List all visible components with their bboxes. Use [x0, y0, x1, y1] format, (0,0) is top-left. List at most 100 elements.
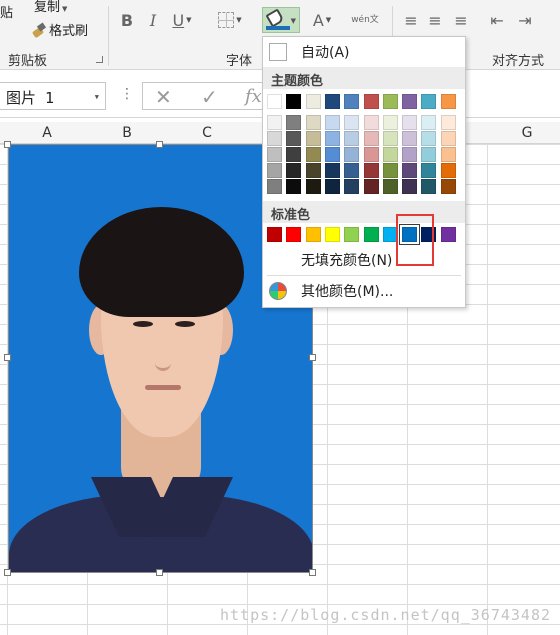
- confirm-icon[interactable]: ✓: [201, 85, 218, 109]
- theme-color-swatch[interactable]: [440, 94, 456, 109]
- theme-shade-swatch[interactable]: [382, 179, 398, 194]
- standard-color-swatch[interactable]: [267, 227, 282, 242]
- resize-handle[interactable]: [4, 141, 11, 148]
- theme-shade-swatch[interactable]: [402, 163, 418, 178]
- standard-color-swatch[interactable]: [324, 227, 340, 242]
- theme-shade-swatch[interactable]: [421, 147, 437, 162]
- copy-button[interactable]: 复制 ▼: [34, 0, 67, 15]
- standard-color-swatch[interactable]: [305, 227, 321, 242]
- theme-shade-swatch[interactable]: [402, 179, 418, 194]
- theme-shade-swatch[interactable]: [286, 179, 302, 194]
- theme-shade-swatch[interactable]: [305, 115, 321, 130]
- theme-shade-swatch[interactable]: [324, 163, 340, 178]
- theme-shade-swatch[interactable]: [440, 179, 456, 194]
- fill-color-button[interactable]: ▼: [262, 7, 300, 33]
- name-box[interactable]: 图片 1 ▼: [0, 82, 106, 110]
- theme-shade-swatch[interactable]: [382, 115, 398, 130]
- theme-shade-swatch[interactable]: [421, 115, 437, 130]
- theme-shade-swatch[interactable]: [344, 147, 360, 162]
- theme-shade-swatch[interactable]: [267, 163, 282, 178]
- column-header-a[interactable]: A: [27, 125, 67, 141]
- theme-shade-swatch[interactable]: [344, 115, 360, 130]
- resize-handle[interactable]: [4, 354, 11, 361]
- theme-shade-swatch[interactable]: [267, 131, 282, 146]
- theme-color-swatch[interactable]: [305, 94, 321, 109]
- theme-color-swatch[interactable]: [267, 94, 282, 109]
- theme-shade-swatch[interactable]: [286, 163, 302, 178]
- column-header-b[interactable]: B: [107, 125, 147, 141]
- theme-shade-swatch[interactable]: [344, 179, 360, 194]
- standard-color-swatch[interactable]: [440, 227, 456, 242]
- insert-function-button[interactable]: fx: [245, 86, 262, 107]
- more-colors-item[interactable]: 其他颜色(M)...: [263, 278, 465, 304]
- theme-shade-swatch[interactable]: [324, 147, 340, 162]
- theme-shade-swatch[interactable]: [267, 179, 282, 194]
- resize-handle[interactable]: [4, 569, 11, 576]
- theme-color-swatch[interactable]: [286, 94, 302, 109]
- theme-shade-swatch[interactable]: [440, 147, 456, 162]
- italic-button[interactable]: I: [144, 8, 162, 32]
- theme-shade-swatch[interactable]: [363, 131, 379, 146]
- theme-shade-swatch[interactable]: [363, 147, 379, 162]
- theme-shade-swatch[interactable]: [286, 147, 302, 162]
- theme-shade-swatch[interactable]: [421, 163, 437, 178]
- theme-shade-swatch[interactable]: [305, 179, 321, 194]
- theme-shade-swatch[interactable]: [402, 115, 418, 130]
- no-fill-item[interactable]: 无填充颜色(N): [263, 247, 465, 273]
- phonetic-button[interactable]: wén文: [350, 8, 380, 32]
- align-right-button[interactable]: ≡: [452, 8, 470, 32]
- borders-button[interactable]: ▼: [212, 8, 248, 32]
- theme-shade-swatch[interactable]: [421, 131, 437, 146]
- cancel-icon[interactable]: ✕: [155, 85, 172, 109]
- theme-shade-swatch[interactable]: [267, 147, 282, 162]
- theme-shade-swatch[interactable]: [305, 131, 321, 146]
- theme-color-swatch[interactable]: [324, 94, 340, 109]
- standard-color-swatch[interactable]: [286, 227, 302, 242]
- theme-shade-swatch[interactable]: [305, 147, 321, 162]
- theme-shade-swatch[interactable]: [440, 115, 456, 130]
- theme-shade-swatch[interactable]: [324, 115, 340, 130]
- theme-shade-swatch[interactable]: [286, 131, 302, 146]
- resize-handle[interactable]: [156, 569, 163, 576]
- auto-color-item[interactable]: 自动(A): [263, 39, 465, 65]
- theme-shade-swatch[interactable]: [324, 179, 340, 194]
- column-header-g[interactable]: G: [507, 125, 547, 141]
- align-center-button[interactable]: ≡: [426, 8, 444, 32]
- increase-indent-button[interactable]: ⇥: [514, 8, 536, 32]
- theme-shade-swatch[interactable]: [305, 163, 321, 178]
- theme-shade-swatch[interactable]: [363, 163, 379, 178]
- paste-button[interactable]: 贴: [0, 2, 13, 21]
- theme-shade-swatch[interactable]: [440, 163, 456, 178]
- theme-shade-swatch[interactable]: [382, 163, 398, 178]
- align-left-button[interactable]: ≡: [402, 8, 420, 32]
- theme-color-swatch[interactable]: [382, 94, 398, 109]
- theme-color-swatch[interactable]: [402, 94, 418, 109]
- theme-color-swatch[interactable]: [344, 94, 360, 109]
- underline-button[interactable]: U ▼: [170, 8, 194, 32]
- theme-shade-swatch[interactable]: [267, 115, 282, 130]
- format-painter-button[interactable]: 格式刷: [32, 20, 88, 39]
- theme-shade-swatch[interactable]: [286, 115, 302, 130]
- theme-shade-swatch[interactable]: [382, 147, 398, 162]
- font-color-button[interactable]: A ▼: [306, 8, 338, 32]
- theme-shade-swatch[interactable]: [402, 147, 418, 162]
- clipboard-launcher-icon[interactable]: [96, 56, 103, 63]
- theme-shade-swatch[interactable]: [344, 131, 360, 146]
- theme-color-swatch[interactable]: [363, 94, 379, 109]
- resize-handle[interactable]: [309, 354, 316, 361]
- decrease-indent-button[interactable]: ⇤: [486, 8, 508, 32]
- theme-color-swatch[interactable]: [421, 94, 437, 109]
- theme-shade-swatch[interactable]: [440, 131, 456, 146]
- theme-shade-swatch[interactable]: [402, 131, 418, 146]
- resize-handle[interactable]: [156, 141, 163, 148]
- theme-shade-swatch[interactable]: [363, 179, 379, 194]
- column-header-c[interactable]: C: [187, 125, 227, 141]
- resize-handle[interactable]: [309, 569, 316, 576]
- theme-shade-swatch[interactable]: [382, 131, 398, 146]
- standard-color-swatch[interactable]: [344, 227, 360, 242]
- theme-shade-swatch[interactable]: [324, 131, 340, 146]
- standard-color-swatch[interactable]: [363, 227, 379, 242]
- theme-shade-swatch[interactable]: [344, 163, 360, 178]
- theme-shade-swatch[interactable]: [363, 115, 379, 130]
- theme-shade-swatch[interactable]: [421, 179, 437, 194]
